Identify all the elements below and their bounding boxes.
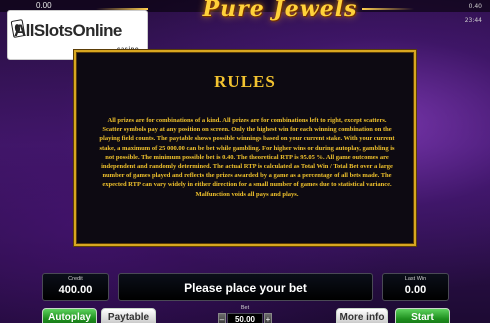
- credit-value: 400.00: [58, 284, 93, 296]
- rules-panel: RULES All prizes are for combinations of…: [74, 50, 416, 246]
- rules-title: RULES: [214, 72, 276, 91]
- credit-label: Credit: [68, 276, 83, 282]
- bet-increase-button[interactable]: +: [264, 313, 272, 323]
- autoplay-button[interactable]: Autoplay: [42, 308, 97, 323]
- bet-label: Bet: [240, 305, 250, 311]
- watermark-text: AllSlotsOnline: [14, 21, 122, 40]
- bet-control: Bet – 50.00 +: [218, 305, 272, 323]
- last-win-value: 0.00: [404, 284, 427, 296]
- top-balance: 0.00: [36, 1, 52, 10]
- bet-value: 50.00: [227, 313, 263, 323]
- logo-ornament-right: [362, 8, 414, 10]
- game-logo: Pure Jewels: [202, 0, 358, 22]
- top-stake: 0.40: [468, 3, 482, 10]
- start-button[interactable]: Start: [395, 308, 450, 323]
- message-display: Please place your bet: [118, 273, 373, 301]
- last-win-display: Last Win 0.00: [382, 273, 449, 301]
- message-text: Please place your bet: [184, 281, 307, 295]
- rules-text: All prizes are for combinations of a kin…: [99, 117, 395, 198]
- last-win-label: Last Win: [404, 276, 427, 282]
- control-console: Credit 400.00 Please place your bet Last…: [0, 270, 490, 323]
- more-info-button[interactable]: More info: [336, 308, 388, 323]
- paytable-button[interactable]: Paytable: [101, 308, 156, 323]
- clock: 23:44: [464, 17, 482, 24]
- bet-decrease-button[interactable]: –: [218, 313, 226, 323]
- credit-display: Credit 400.00: [42, 273, 109, 301]
